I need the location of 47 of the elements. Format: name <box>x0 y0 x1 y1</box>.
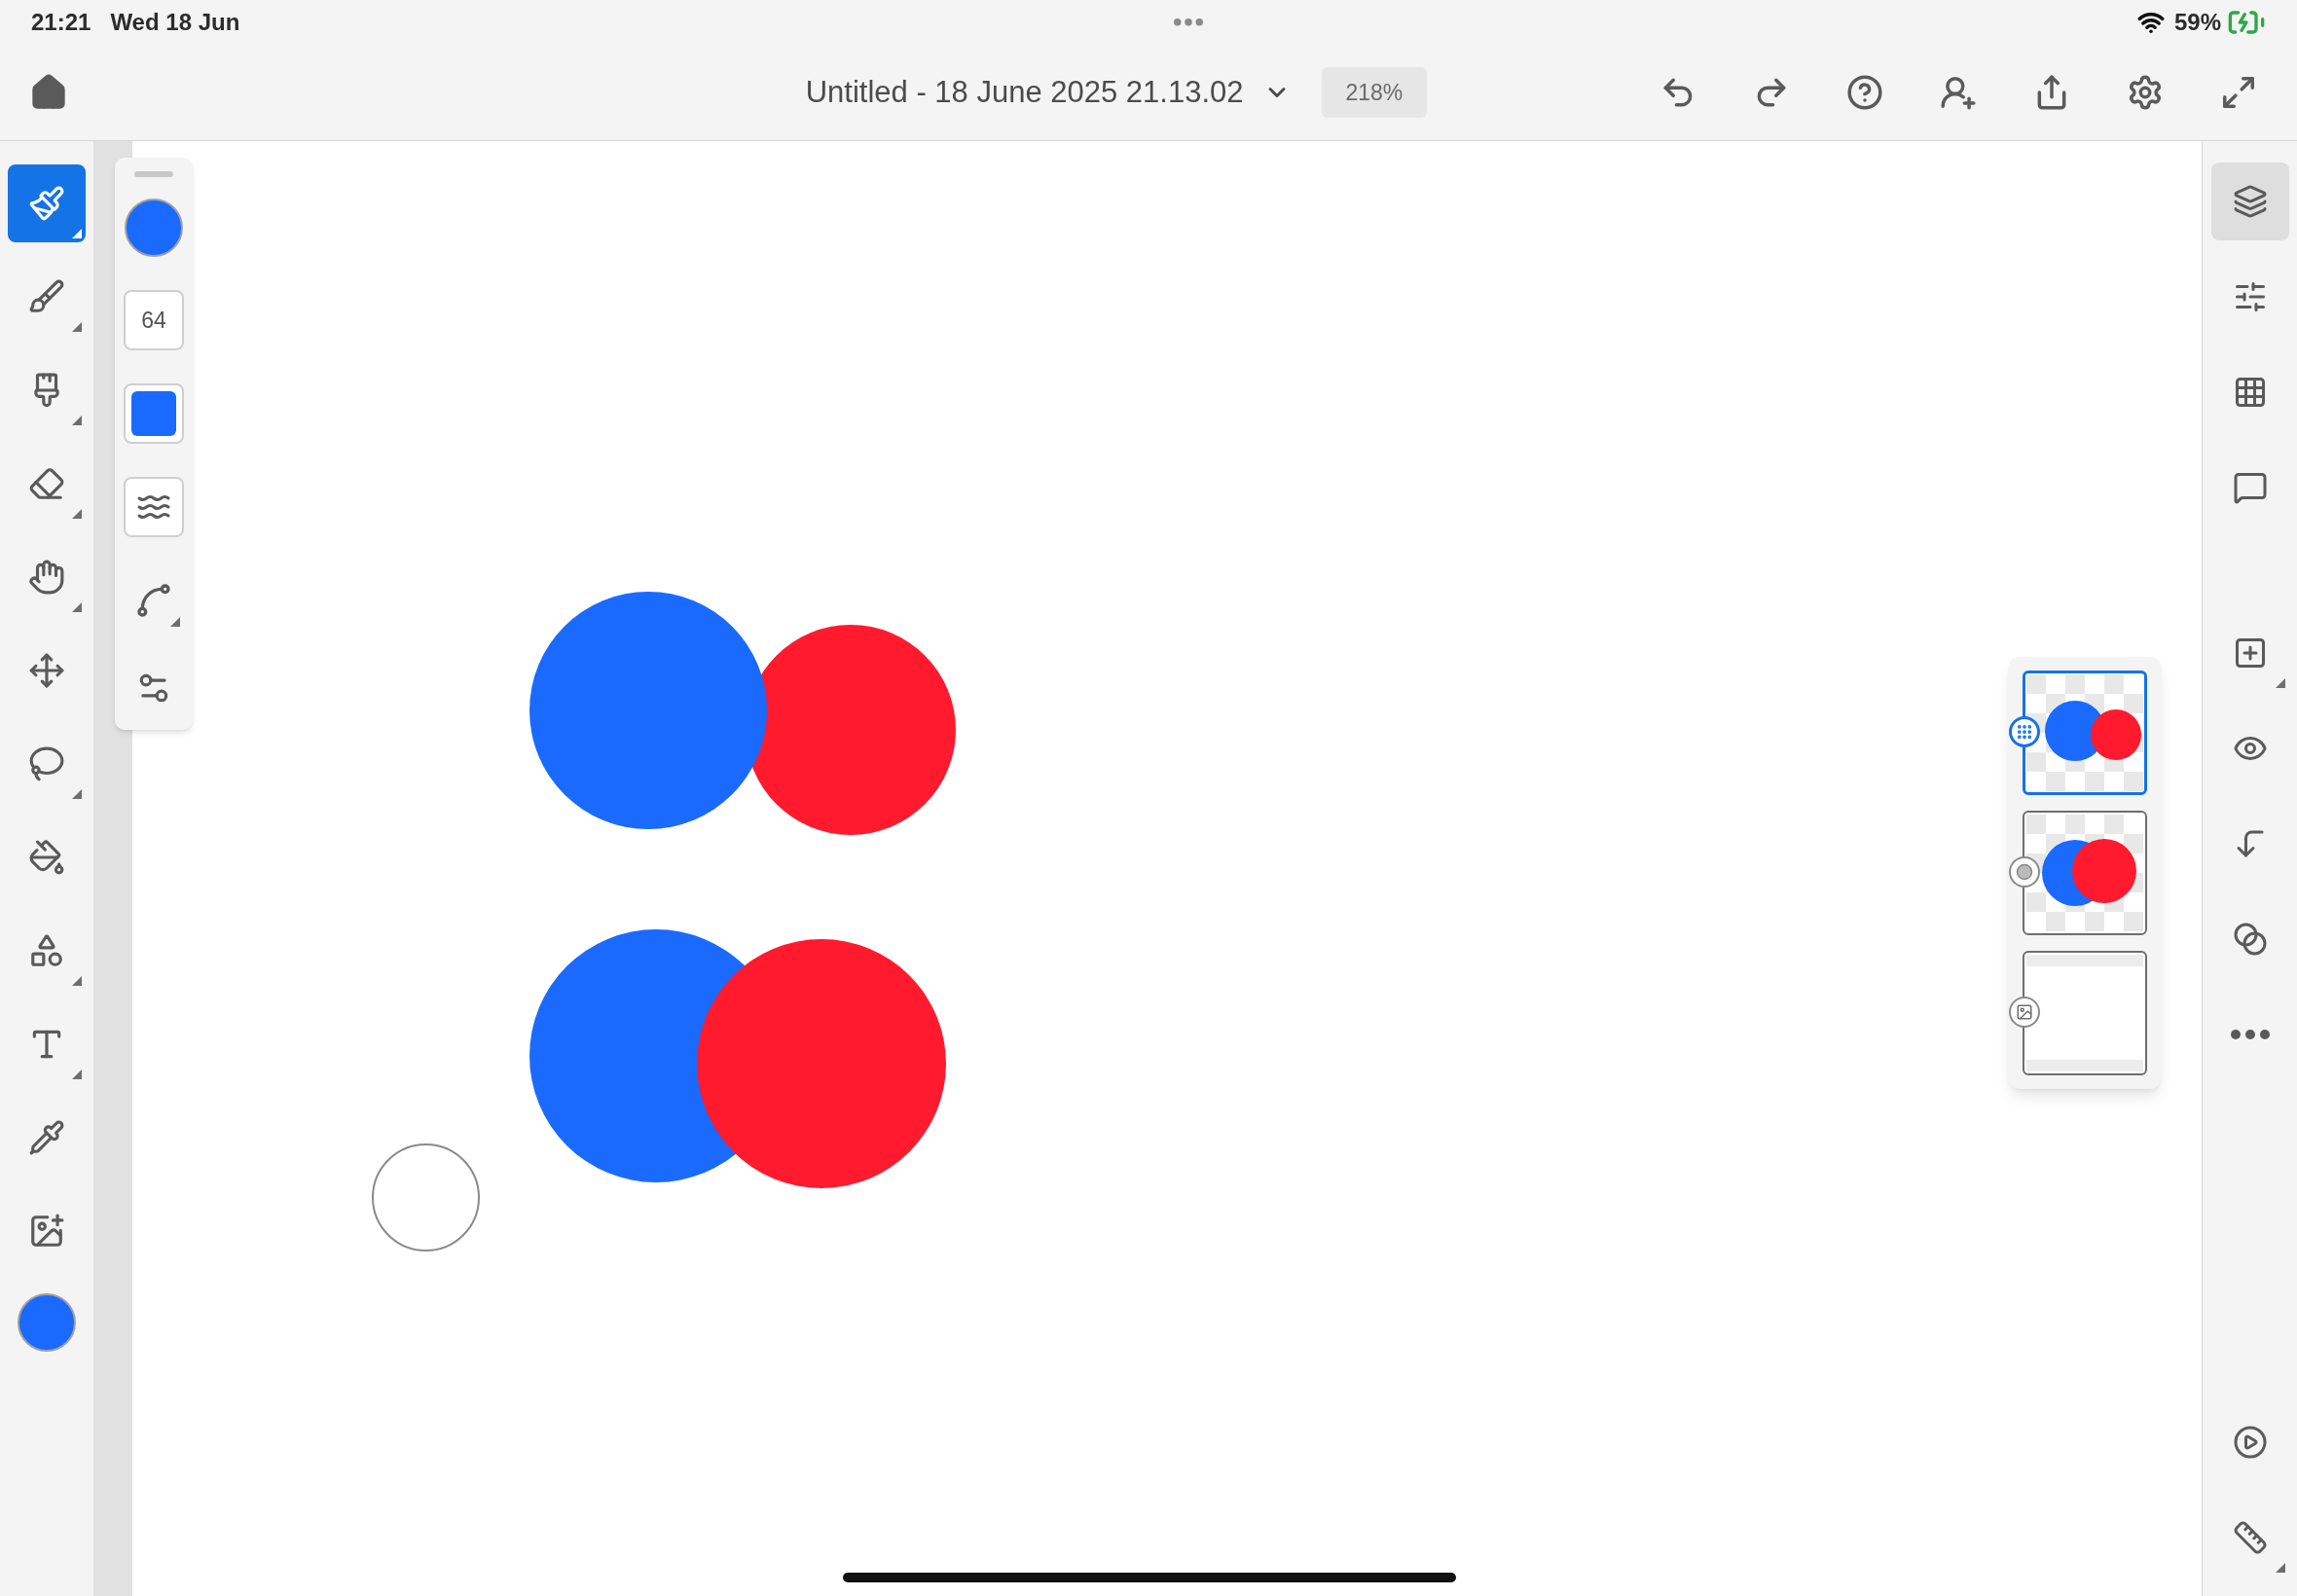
submenu-corner-icon <box>170 617 180 627</box>
zoom-level[interactable]: 218% <box>1321 66 1428 119</box>
paint-bucket-icon <box>28 839 65 876</box>
brush-size-field[interactable]: 64 <box>124 290 184 350</box>
home-icon <box>29 73 68 112</box>
layer-type-badge[interactable] <box>2009 997 2040 1028</box>
shapes-icon <box>28 932 65 969</box>
multitasking-dots-icon <box>1174 18 1204 26</box>
current-color-swatch[interactable] <box>18 1293 76 1352</box>
invite-icon <box>1940 74 1977 111</box>
document-title-dropdown[interactable]: Untitled - 18 June 2025 21.13.02 <box>805 69 1291 116</box>
layer-thumbnail[interactable] <box>2023 671 2147 795</box>
eyedropper-icon <box>28 1119 65 1156</box>
status-date: Wed 18 Jun <box>110 8 240 37</box>
image-icon <box>2016 1003 2033 1021</box>
brush-flow-button[interactable] <box>124 383 184 444</box>
move-icon <box>28 652 65 689</box>
pixel-brush-tool-button[interactable] <box>8 164 86 242</box>
more-icon <box>2230 1030 2270 1039</box>
fullscreen-icon <box>2220 74 2257 111</box>
canvas[interactable] <box>132 141 2202 1596</box>
play-icon <box>2232 1425 2268 1460</box>
pixel-grid-icon <box>2016 723 2033 741</box>
image-plus-icon <box>28 1213 65 1250</box>
layers-button[interactable] <box>2210 163 2289 240</box>
flow-square-icon <box>131 391 176 436</box>
lasso-icon <box>28 745 65 782</box>
status-time: 21:21 <box>31 8 91 37</box>
battery-percentage: 59% <box>2173 8 2221 37</box>
layer-type-badge[interactable] <box>2009 716 2040 747</box>
ruler-icon <box>2232 1520 2268 1555</box>
overlapping-circles-icon <box>2232 922 2268 957</box>
settings-icon <box>2127 74 2164 111</box>
layer-type-badge[interactable] <box>2009 856 2040 888</box>
brush-color-swatch[interactable] <box>125 199 183 257</box>
dot-icon <box>2016 863 2033 881</box>
layers-icon <box>2232 184 2268 219</box>
hand-icon <box>28 559 65 596</box>
spline-icon <box>134 581 173 620</box>
drag-handle[interactable] <box>134 171 173 177</box>
watercolor-brush-icon <box>28 278 65 315</box>
brush-icon <box>28 185 65 222</box>
eraser-icon <box>28 465 65 502</box>
speech-bubble-icon <box>2232 470 2268 505</box>
help-icon <box>1846 74 1883 111</box>
smoothing-button[interactable] <box>124 477 184 537</box>
layer-thumbnail[interactable] <box>2023 811 2147 935</box>
